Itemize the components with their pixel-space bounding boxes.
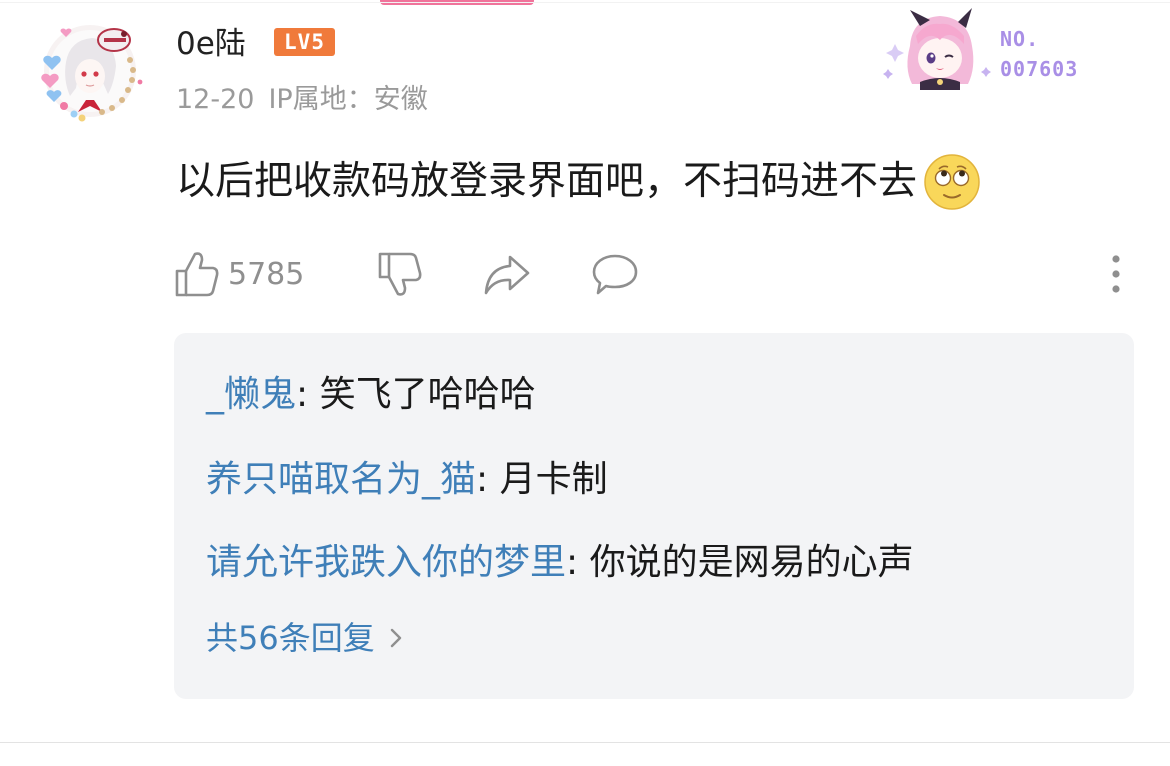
replies-preview: _懒鬼: 笑飞了哈哈哈 养只喵取名为_猫: 月卡制 请允许我跌入你的梦里: 你说… <box>174 333 1134 699</box>
reply-item[interactable]: 养只喵取名为_猫: 月卡制 <box>206 455 608 505</box>
reply-text: 你说的是网易的心声 <box>589 542 914 583</box>
like-button[interactable]: 5785 <box>174 248 304 300</box>
reply-separator: : <box>296 374 320 415</box>
rolling-eyes-emoji-icon <box>924 154 980 210</box>
comment-bubble-icon <box>592 254 638 295</box>
thumbs-down-icon <box>378 252 422 296</box>
more-vertical-icon <box>1112 255 1120 293</box>
chevron-right-icon <box>390 628 401 648</box>
view-all-replies-label: 共56条回复 <box>206 619 375 657</box>
reply-username[interactable]: 请允许我跌入你的梦里 <box>206 542 566 583</box>
reply-text: 月卡制 <box>499 459 608 500</box>
more-options-button[interactable] <box>1098 248 1134 300</box>
reply-text: 笑飞了哈哈哈 <box>319 374 536 415</box>
fan-card-number: 007603 <box>1000 57 1079 81</box>
comment-text: 以后把收款码放登录界面吧，不扫码进不去 <box>176 150 981 214</box>
reply-item[interactable]: 请允许我跌入你的梦里: 你说的是网易的心声 <box>206 538 914 588</box>
like-count: 5785 <box>228 256 305 292</box>
thumbs-up-icon <box>175 252 219 297</box>
fan-card-no-label: NO. <box>1000 27 1040 51</box>
reply-separator: : <box>566 542 590 583</box>
comment-date: 12-20 <box>176 84 255 115</box>
comment-meta: 12-20 IP属地：安徽 <box>176 80 428 120</box>
reply-username[interactable]: 养只喵取名为_猫 <box>206 459 476 500</box>
share-icon <box>484 255 530 295</box>
avatar-image <box>41 25 143 122</box>
reply-separator: : <box>476 459 500 500</box>
comment-body: 以后把收款码放登录界面吧，不扫码进不去 <box>176 159 918 204</box>
avatar[interactable] <box>30 14 148 124</box>
ip-location: IP属地：安徽 <box>268 84 428 115</box>
bottom-divider <box>0 742 1170 743</box>
share-button[interactable] <box>482 248 532 300</box>
view-all-replies-link[interactable]: 共56条回复 <box>206 616 403 660</box>
comment-page: 0e陆 LV5 12-20 IP属地：安徽 NO. 007603 以后把收款码放… <box>0 0 1170 766</box>
top-edge <box>0 2 1170 3</box>
reply-username[interactable]: _懒鬼 <box>206 374 296 415</box>
fan-card-character-icon[interactable] <box>880 6 998 90</box>
reply-button[interactable] <box>590 248 640 300</box>
fan-card-character-image <box>883 8 991 90</box>
dislike-button[interactable] <box>376 248 424 300</box>
username[interactable]: 0e陆 <box>176 22 246 66</box>
reply-item[interactable]: _懒鬼: 笑飞了哈哈哈 <box>206 370 536 420</box>
level-badge: LV5 <box>274 28 335 56</box>
